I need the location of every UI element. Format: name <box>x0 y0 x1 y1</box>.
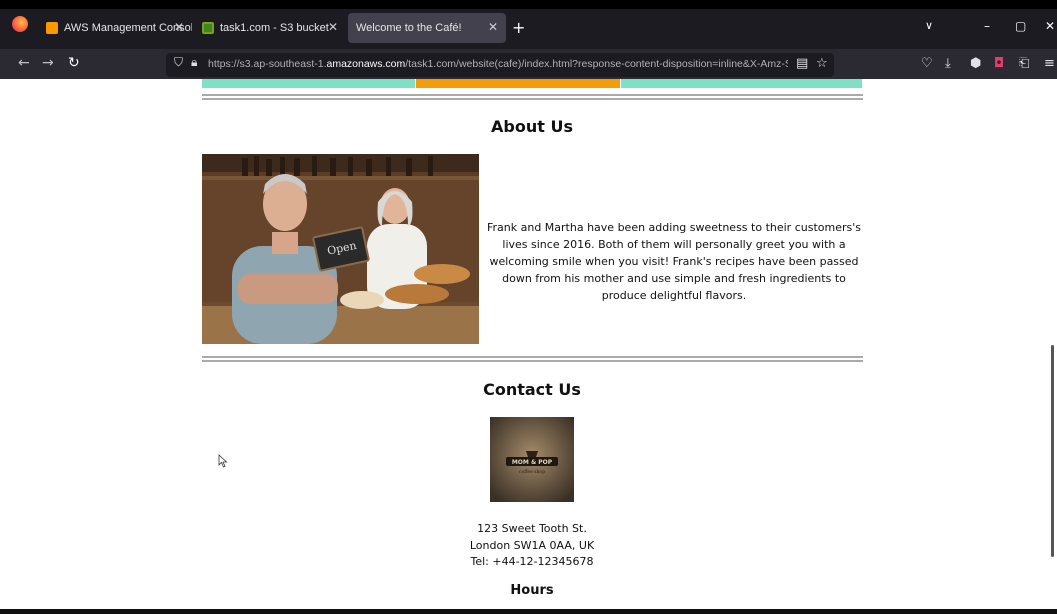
about-heading: About Us <box>491 117 573 136</box>
bookmark-star-icon[interactable]: ☆ <box>816 56 828 71</box>
tab-s3-bucket[interactable]: task1.com - S3 bucket ✕ <box>196 13 346 43</box>
shield-icon[interactable]: ⛉ <box>174 55 183 70</box>
bottom-edge <box>0 609 1057 614</box>
firefox-icon[interactable] <box>12 16 28 32</box>
new-tab-plus-icon[interactable]: + <box>512 18 525 37</box>
pocket-icon[interactable]: ♡ <box>921 56 933 71</box>
forward-arrow-icon[interactable]: → <box>42 55 54 71</box>
share-icon[interactable]: ⎗ <box>1019 56 1029 71</box>
tab-cafe[interactable]: Welcome to the Café! ✕ <box>348 13 506 43</box>
tab-label: Welcome to the Café! <box>356 22 462 34</box>
back-arrow-icon[interactable]: ← <box>18 55 30 71</box>
contact-heading: Contact Us <box>483 380 581 399</box>
logo-subtext: coffee shop <box>519 469 545 475</box>
aws-icon <box>46 22 58 34</box>
contact-address: 123 Sweet Tooth St. London SW1A 0AA, UK … <box>432 521 632 571</box>
section-divider <box>202 356 863 362</box>
logo-text: MOM & POP <box>512 459 553 466</box>
scrollbar-thumb[interactable] <box>1051 345 1054 557</box>
tab-label: AWS Management Console <box>64 22 192 34</box>
close-icon[interactable]: ✕ <box>488 20 498 34</box>
tab-aws-console[interactable]: AWS Management Console ✕ <box>40 13 192 43</box>
url-text[interactable]: https://s3.ap-southeast-1.amazonaws.com/… <box>208 58 788 70</box>
close-icon[interactable]: ✕ <box>174 20 184 34</box>
s3-bucket-icon <box>202 22 214 34</box>
window-close-icon[interactable]: ✕ <box>1045 19 1055 33</box>
url-path: /task1.com/website(cafe)/index.html?resp… <box>405 58 788 70</box>
address-city: London SW1A 0AA, UK <box>469 538 595 552</box>
nav-strip-left[interactable] <box>202 79 415 88</box>
nav-strip-right[interactable] <box>621 79 862 88</box>
url-host: amazonaws.com <box>326 58 406 70</box>
extension-shield-icon[interactable]: ⬢ <box>970 56 981 71</box>
reload-icon[interactable]: ↻ <box>68 55 80 71</box>
owners-photo: Open <box>202 154 479 344</box>
lock-icon[interactable]: 🔒︎ <box>191 55 197 70</box>
hours-heading: Hours <box>510 583 554 598</box>
phone-number: Tel: +44-12-12345678 <box>470 555 594 568</box>
extension-icon[interactable]: ◘ <box>994 56 1004 71</box>
about-text: Frank and Martha have been adding sweetn… <box>486 221 861 302</box>
mouse-cursor-icon <box>218 454 228 468</box>
reader-view-icon[interactable]: ▤ <box>796 56 808 71</box>
address-street: 123 Sweet Tooth St. <box>477 522 587 535</box>
list-tabs-chevron-icon[interactable]: ∨ <box>925 19 933 32</box>
close-icon[interactable]: ✕ <box>328 20 338 34</box>
nav-strip-active[interactable] <box>416 79 620 88</box>
download-icon[interactable]: ⤓ <box>945 56 951 71</box>
menu-icon[interactable]: ≡ <box>1044 56 1055 71</box>
section-divider <box>202 94 863 100</box>
tab-label: task1.com - S3 bucket <box>220 22 329 34</box>
cafe-logo-image: MOM & POP coffee shop <box>490 417 574 502</box>
restore-icon[interactable]: ▢ <box>1015 19 1026 33</box>
url-prefix: https://s3.ap-southeast-1. <box>208 58 327 70</box>
minimize-icon[interactable]: – <box>984 19 990 33</box>
top-edge <box>0 0 1057 9</box>
